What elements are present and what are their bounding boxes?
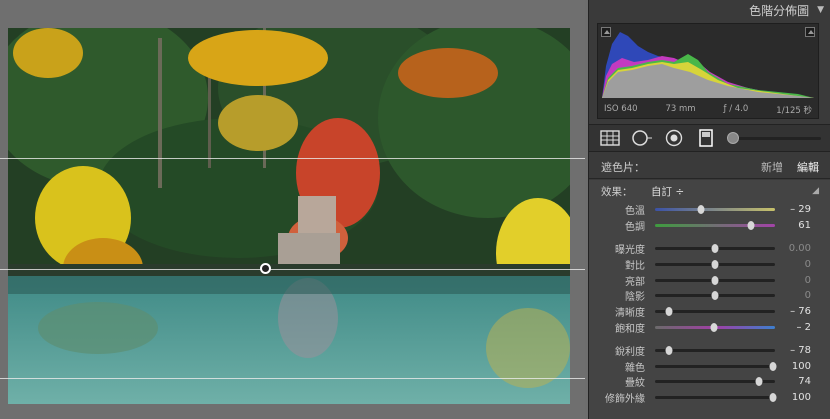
slider-value[interactable]: – 29 <box>775 204 815 215</box>
slider-track[interactable] <box>655 205 775 215</box>
graduated-filter-icon[interactable] <box>695 129 717 147</box>
slider-track[interactable] <box>655 393 777 403</box>
slider-track[interactable] <box>655 259 775 269</box>
brush-size-track <box>731 137 821 140</box>
tone-slider-row[interactable]: 清晰度 – 76 <box>589 304 830 320</box>
slider-track[interactable] <box>655 361 777 371</box>
slider-knob[interactable] <box>697 205 705 215</box>
slider-label: 色溫 <box>625 206 645 218</box>
brush-size-knob[interactable] <box>727 132 739 144</box>
slider-knob[interactable] <box>711 259 719 269</box>
slider-value[interactable]: – 78 <box>775 345 815 356</box>
detail-slider-row[interactable]: 修飾外緣 100 <box>589 390 830 406</box>
lightroom-develop: 色階分佈圖 ▼ ISO 640 73 mm ƒ / 4.0 1/125 秒 遮色… <box>0 0 830 419</box>
slider-label: 雜色 <box>625 362 645 374</box>
slider-value[interactable]: 100 <box>775 392 815 403</box>
histogram[interactable]: ISO 640 73 mm ƒ / 4.0 1/125 秒 <box>597 23 819 119</box>
right-panel: 色階分佈圖 ▼ ISO 640 73 mm ƒ / 4.0 1/125 秒 遮色… <box>588 0 830 419</box>
slider-label: 修飾外緣 <box>605 394 645 406</box>
slider-track[interactable] <box>655 275 775 285</box>
histogram-title: 色階分佈圖 <box>749 3 810 18</box>
slider-value[interactable]: 61 <box>775 220 815 231</box>
slider-knob[interactable] <box>711 243 719 253</box>
graduated-filter-pin[interactable] <box>260 263 271 274</box>
histogram-graph <box>602 32 814 98</box>
slider-track[interactable] <box>655 345 775 355</box>
adjustment-panel: 效果： 自訂 ÷ ◢ 色溫 – 29 色調 61 曝光度 0.00 對比 0 亮部 0 陰影 0 清晰… <box>589 180 830 419</box>
slider-track[interactable] <box>655 322 775 332</box>
slider-knob[interactable] <box>769 361 777 371</box>
slider-value[interactable]: 0.00 <box>775 243 815 254</box>
graduated-filter-guide-top[interactable] <box>0 158 585 159</box>
detail-slider-row[interactable]: 疊紋 74 <box>589 374 830 390</box>
iso-readout: ISO 640 <box>604 104 638 114</box>
exif-info: ISO 640 73 mm ƒ / 4.0 1/125 秒 <box>598 104 818 116</box>
slider-track[interactable] <box>655 307 775 317</box>
slider-label: 色調 <box>625 222 645 234</box>
detail-slider-row[interactable]: 銳利度 – 78 <box>589 342 830 358</box>
graduated-filter-guide-bottom[interactable] <box>0 378 585 379</box>
slider-knob[interactable] <box>747 221 755 231</box>
slider-label: 疊紋 <box>625 378 645 390</box>
graduated-filter-guide-center[interactable] <box>0 269 585 270</box>
slider-label: 對比 <box>625 260 645 272</box>
tone-slider-row[interactable]: 陰影 0 <box>589 288 830 304</box>
slider-value[interactable]: – 76 <box>775 306 815 317</box>
mask-label: 遮色片： <box>601 160 645 174</box>
slider-knob[interactable] <box>711 275 719 285</box>
slider-track[interactable] <box>655 291 775 301</box>
photo-preview[interactable] <box>8 28 570 404</box>
slider-knob[interactable] <box>665 307 673 317</box>
tone-slider-row[interactable]: 亮部 0 <box>589 272 830 288</box>
slider-track[interactable] <box>655 377 775 387</box>
aperture-readout: ƒ / 4.0 <box>723 104 749 114</box>
slider-label: 飽和度 <box>615 323 645 335</box>
white-balance-slider-row[interactable]: 色溫 – 29 <box>589 202 830 218</box>
slider-track[interactable] <box>655 243 775 253</box>
collapse-triangle-icon[interactable]: ▼ <box>817 5 824 15</box>
slider-label: 陰影 <box>625 292 645 304</box>
slider-knob[interactable] <box>711 291 719 301</box>
slider-value[interactable]: 0 <box>775 290 815 301</box>
white-balance-sliders: 色溫 – 29 色調 61 <box>589 202 830 234</box>
shutter-readout: 1/125 秒 <box>776 106 812 116</box>
effect-preset-dropdown[interactable]: 自訂 ÷ <box>651 184 684 199</box>
tone-slider-row[interactable]: 對比 0 <box>589 256 830 272</box>
tone-sliders: 曝光度 0.00 對比 0 亮部 0 陰影 0 清晰度 – 76 飽和度 – 2 <box>589 241 830 336</box>
photo-canvas[interactable] <box>0 0 585 419</box>
slider-knob[interactable] <box>755 377 763 387</box>
slider-knob[interactable] <box>769 393 777 403</box>
slider-value[interactable]: 0 <box>775 259 815 270</box>
slider-label: 曝光度 <box>615 244 645 256</box>
effect-row: 效果： 自訂 ÷ ◢ <box>589 180 830 202</box>
tool-strip <box>589 124 830 152</box>
effect-label: 效果： <box>601 185 633 198</box>
slider-knob[interactable] <box>710 322 718 332</box>
slider-label: 清晰度 <box>615 308 645 320</box>
slider-track[interactable] <box>655 221 775 231</box>
brush-size-slider[interactable] <box>727 129 825 147</box>
crop-overlay-icon[interactable] <box>599 129 621 147</box>
slider-value[interactable]: – 2 <box>775 322 815 333</box>
detail-slider-row[interactable]: 雜色 100 <box>589 358 830 374</box>
slider-knob[interactable] <box>665 345 673 355</box>
mask-row: 遮色片： 新增 編輯 <box>589 155 830 179</box>
mask-edit-button[interactable]: 編輯 <box>797 159 819 175</box>
slider-value[interactable]: 100 <box>775 361 815 372</box>
histogram-header[interactable]: 色階分佈圖 ▼ <box>589 0 830 20</box>
tone-slider-row[interactable]: 曝光度 0.00 <box>589 241 830 257</box>
autumn-lake-photo <box>8 28 570 404</box>
focal-readout: 73 mm <box>665 104 696 114</box>
detail-sliders: 銳利度 – 78 雜色 100 疊紋 74 修飾外緣 100 <box>589 342 830 405</box>
slider-value[interactable]: 74 <box>775 376 815 387</box>
slider-value[interactable]: 0 <box>775 275 815 286</box>
red-eye-icon[interactable] <box>663 129 685 147</box>
white-balance-slider-row[interactable]: 色調 61 <box>589 218 830 234</box>
panel-collapse-triangle-icon[interactable]: ◢ <box>812 186 819 196</box>
tone-slider-row[interactable]: 飽和度 – 2 <box>589 320 830 336</box>
slider-label: 亮部 <box>625 276 645 288</box>
slider-label: 銳利度 <box>615 346 645 358</box>
spot-removal-icon[interactable] <box>631 129 653 147</box>
mask-new-button[interactable]: 新增 <box>761 159 783 175</box>
